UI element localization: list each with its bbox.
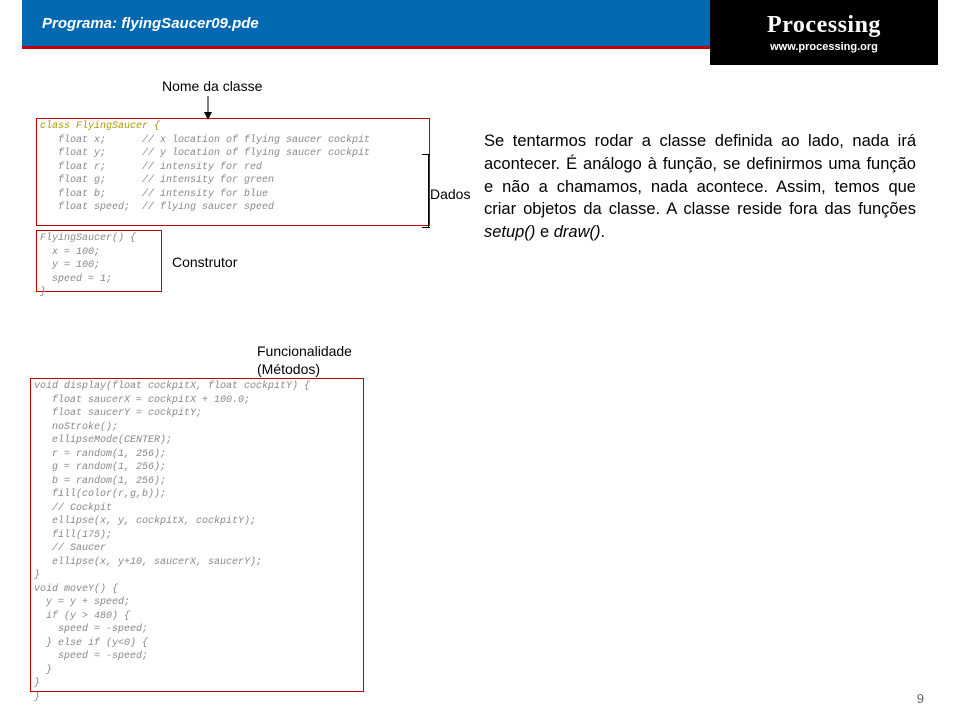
logo-url: www.processing.org bbox=[770, 41, 878, 53]
processing-logo: Processing www.processing.org bbox=[710, 0, 938, 65]
code-constructor: FlyingSaucer() { x = 100; y = 100; speed… bbox=[40, 232, 136, 300]
func-line1: Funcionalidade bbox=[257, 343, 352, 359]
explain-and: e bbox=[535, 223, 553, 241]
func-line2: (Métodos) bbox=[257, 361, 320, 377]
explanation-text: Se tentarmos rodar a classe definida ao … bbox=[484, 130, 916, 244]
code-methods: void display(float cockpitX, float cockp… bbox=[34, 380, 310, 704]
content-area: Nome da classe class FlyingSaucer { floa… bbox=[22, 78, 938, 712]
explain-end: . bbox=[600, 223, 605, 241]
explain-setup: setup() bbox=[484, 223, 535, 241]
constructor-label: Construtor bbox=[172, 254, 237, 270]
functionality-label: Funcionalidade (Métodos) bbox=[257, 342, 352, 378]
program-title: Programa: flyingSaucer09.pde bbox=[42, 15, 259, 32]
dados-label: Dados bbox=[430, 186, 470, 202]
dados-bracket bbox=[428, 154, 429, 228]
code-class-header: class FlyingSaucer { float x; // x locat… bbox=[40, 120, 370, 215]
logo-name: Processing bbox=[767, 12, 881, 39]
class-name-label: Nome da classe bbox=[162, 78, 262, 94]
code-class-line: class FlyingSaucer { bbox=[40, 121, 160, 132]
explain-draw: draw() bbox=[554, 223, 601, 241]
arrow-down-icon bbox=[198, 96, 218, 120]
explain-main: Se tentarmos rodar a classe definida ao … bbox=[484, 132, 916, 218]
page-number: 9 bbox=[917, 691, 924, 706]
code-fields: float x; // x location of flying saucer … bbox=[40, 135, 370, 214]
